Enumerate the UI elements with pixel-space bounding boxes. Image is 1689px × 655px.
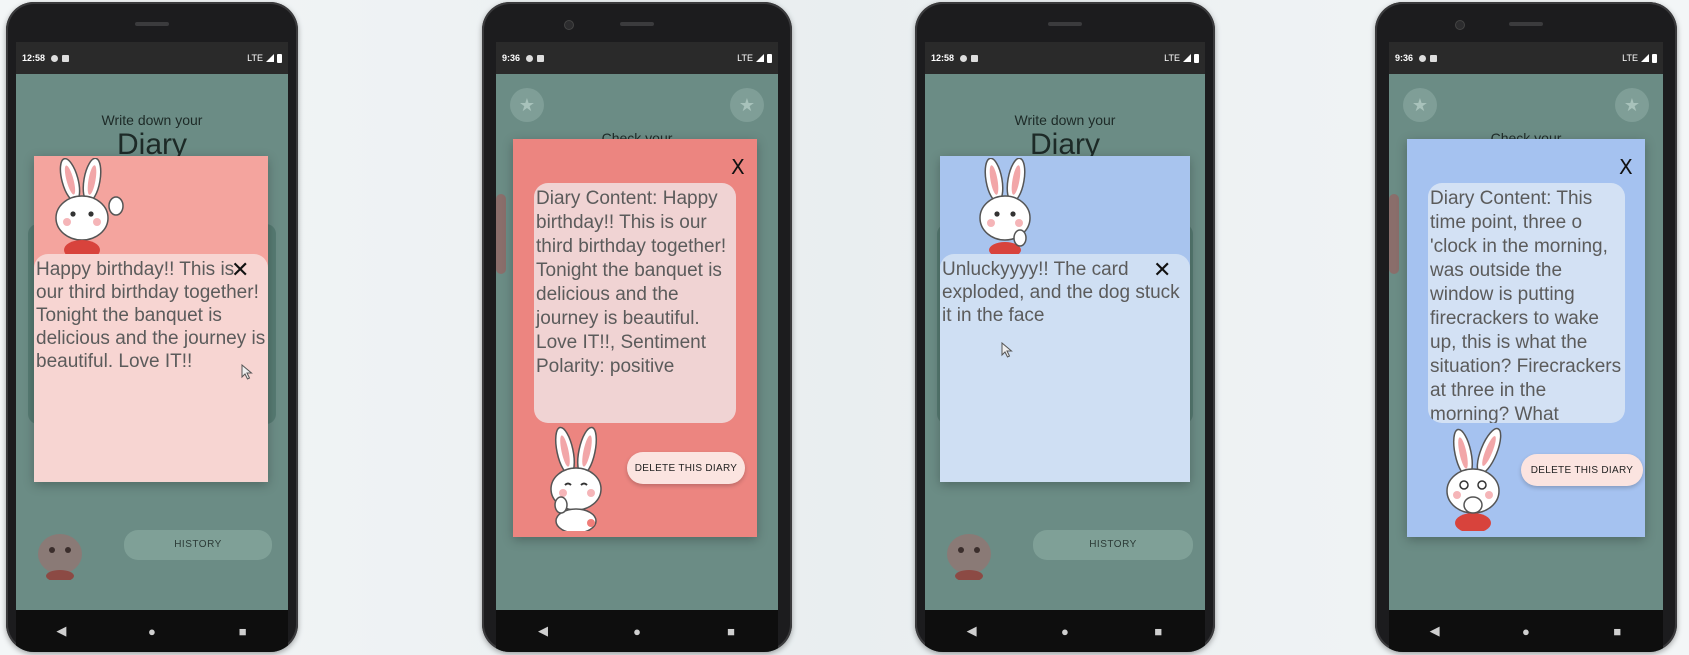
signal-icon bbox=[756, 54, 764, 62]
phone-2: 9:36 LTE ★ ★ Check your X Diary Content:… bbox=[482, 2, 792, 652]
settings-status-icon bbox=[960, 54, 968, 62]
page-subtitle: Write down your bbox=[101, 112, 203, 128]
background-card bbox=[496, 194, 506, 274]
phone-3: 12:58 LTE Write down your Diary HISTORY bbox=[915, 2, 1215, 652]
delete-diary-button[interactable]: DELETE THIS DIARY bbox=[627, 452, 745, 484]
status-time: 9:36 bbox=[1395, 53, 1414, 63]
diary-text: Diary Content: This time point, three o … bbox=[1428, 183, 1625, 423]
star-icon[interactable]: ★ bbox=[510, 88, 544, 122]
diary-dialog: Unluckyyyy!! The card exploded, and the … bbox=[940, 156, 1190, 482]
home-icon[interactable]: ● bbox=[1506, 624, 1546, 639]
home-icon[interactable]: ● bbox=[617, 624, 657, 639]
back-icon[interactable]: ◀ bbox=[41, 623, 81, 639]
recents-icon[interactable]: ■ bbox=[1597, 624, 1637, 639]
diary-dialog: Happy birthday!! This is our third birth… bbox=[34, 156, 268, 482]
bunny-icon bbox=[947, 534, 991, 580]
bunny-icon bbox=[38, 534, 82, 580]
bunny-shocked-icon bbox=[1446, 427, 1502, 531]
close-button[interactable]: X bbox=[731, 155, 745, 179]
speaker bbox=[1048, 22, 1082, 26]
mouse-cursor-icon bbox=[241, 364, 253, 380]
phone-1: 12:58 LTE Write down your Diary HISTORY bbox=[6, 2, 298, 652]
close-button[interactable]: ✕ bbox=[231, 258, 249, 283]
recents-icon[interactable]: ■ bbox=[1138, 624, 1178, 639]
android-nav-bar: ◀ ● ■ bbox=[496, 610, 778, 652]
mouse-cursor-icon bbox=[1001, 342, 1013, 358]
android-nav-bar: ◀ ● ■ bbox=[1389, 610, 1663, 652]
front-camera-icon bbox=[564, 20, 574, 30]
delete-diary-button[interactable]: DELETE THIS DIARY bbox=[1521, 454, 1643, 486]
history-button[interactable]: HISTORY bbox=[124, 530, 272, 560]
page-subtitle: Write down your bbox=[1014, 112, 1116, 128]
bunny-giggling-icon bbox=[550, 426, 602, 531]
history-button[interactable]: HISTORY bbox=[1033, 530, 1193, 560]
star-icon[interactable]: ★ bbox=[1615, 88, 1649, 122]
network-type: LTE bbox=[247, 53, 263, 63]
back-icon[interactable]: ◀ bbox=[523, 623, 563, 639]
star-icon[interactable]: ★ bbox=[730, 88, 764, 122]
diary-text: Diary Content: Happy birthday!! This is … bbox=[534, 183, 736, 423]
screen: 9:36 LTE ★ ★ Check your X Diary Content:… bbox=[496, 42, 778, 652]
status-bar: 12:58 LTE bbox=[16, 42, 288, 74]
diary-dialog: X Diary Content: Happy birthday!! This i… bbox=[513, 139, 757, 537]
status-time: 12:58 bbox=[22, 53, 46, 63]
status-bar: 12:58 LTE bbox=[925, 42, 1205, 74]
sd-card-icon bbox=[971, 54, 979, 62]
speaker bbox=[1509, 22, 1543, 26]
signal-icon bbox=[1183, 54, 1191, 62]
close-button[interactable]: ✕ bbox=[1153, 258, 1171, 283]
diary-text: Unluckyyyy!! The card exploded, and the … bbox=[940, 254, 1190, 482]
speaker bbox=[620, 22, 654, 26]
network-type: LTE bbox=[1164, 53, 1180, 63]
sd-card-icon bbox=[1430, 54, 1438, 62]
battery-icon bbox=[1652, 53, 1657, 63]
status-bar: 9:36 LTE bbox=[496, 42, 778, 74]
phone-4: 9:36 LTE ★ ★ Check your X Diary Content:… bbox=[1375, 2, 1677, 652]
network-type: LTE bbox=[737, 53, 753, 63]
bunny-waving-icon bbox=[55, 158, 124, 254]
screen: 12:58 LTE Write down your Diary HISTORY bbox=[925, 42, 1205, 652]
speaker bbox=[135, 22, 169, 26]
signal-icon bbox=[266, 54, 274, 62]
front-camera-icon bbox=[1455, 20, 1465, 30]
recents-icon[interactable]: ■ bbox=[223, 624, 263, 639]
battery-icon bbox=[277, 53, 282, 63]
back-icon[interactable]: ◀ bbox=[1415, 623, 1455, 639]
settings-status-icon bbox=[526, 54, 534, 62]
home-icon[interactable]: ● bbox=[1045, 624, 1085, 639]
diary-dialog: X Diary Content: This time point, three … bbox=[1407, 139, 1645, 537]
settings-status-icon bbox=[1419, 54, 1427, 62]
recents-icon[interactable]: ■ bbox=[711, 624, 751, 639]
android-nav-bar: ◀ ● ■ bbox=[16, 610, 288, 652]
status-time: 12:58 bbox=[931, 53, 955, 63]
close-button[interactable]: X bbox=[1619, 155, 1633, 179]
status-bar: 9:36 LTE bbox=[1389, 42, 1663, 74]
sd-card-icon bbox=[537, 54, 545, 62]
diary-text: Happy birthday!! This is our third birth… bbox=[34, 254, 268, 482]
sd-card-icon bbox=[62, 54, 70, 62]
network-type: LTE bbox=[1622, 53, 1638, 63]
battery-icon bbox=[1194, 53, 1199, 63]
background-card bbox=[1389, 194, 1399, 274]
bunny-worried-icon bbox=[979, 158, 1031, 256]
screen: 12:58 LTE Write down your Diary HISTORY bbox=[16, 42, 288, 652]
back-icon[interactable]: ◀ bbox=[952, 623, 992, 639]
screen: 9:36 LTE ★ ★ Check your X Diary Content:… bbox=[1389, 42, 1663, 652]
signal-icon bbox=[1641, 54, 1649, 62]
settings-status-icon bbox=[51, 54, 59, 62]
star-icon[interactable]: ★ bbox=[1403, 88, 1437, 122]
status-time: 9:36 bbox=[502, 53, 521, 63]
home-icon[interactable]: ● bbox=[132, 624, 172, 639]
battery-icon bbox=[767, 53, 772, 63]
android-nav-bar: ◀ ● ■ bbox=[925, 610, 1205, 652]
